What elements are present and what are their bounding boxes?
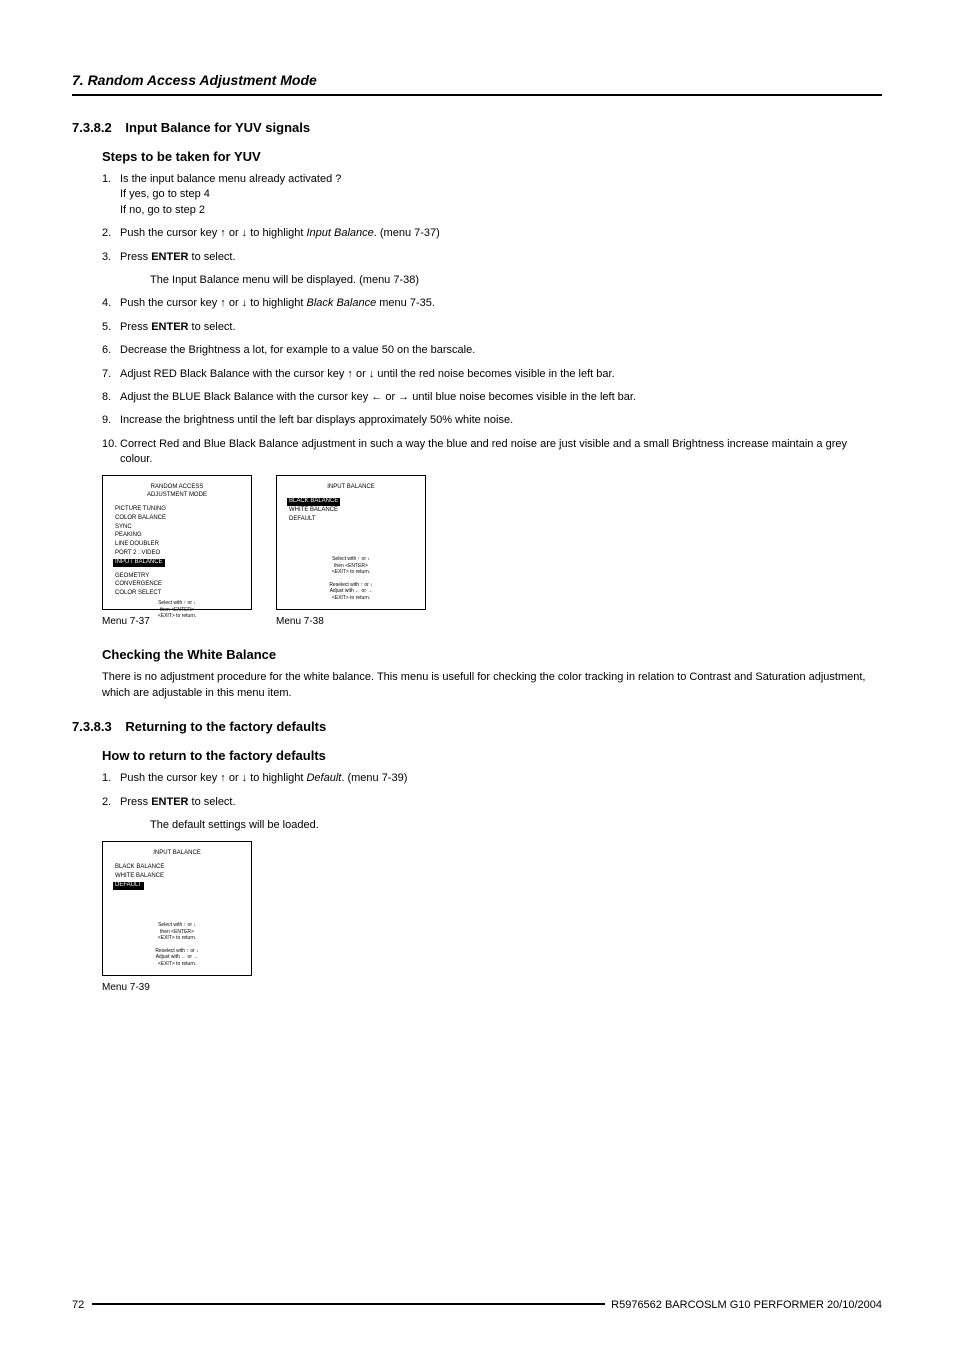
step-number: 8. [102,390,120,405]
menu-title: INPUT BALANCE [287,484,415,492]
menu-39-box: INPUT BALANCE BLACK BALANCEWHITE BALANCED… [102,841,252,976]
menu-items: BLACK BALANCEWHITE BALANCEDEFAULT [113,864,241,920]
white-balance-body: There is no adjustment procedure for the… [102,670,882,701]
menu-39-block: INPUT BALANCE BLACK BALANCEWHITE BALANCED… [102,841,252,993]
section-number: 7.3.8.2 [72,120,112,135]
menu-item: DEFAULT [287,516,415,524]
menus-row-7382: RANDOM ACCESS ADJUSTMENT MODE PICTURE TUN… [102,475,882,627]
step-number: 6. [102,343,120,358]
step-number: 3. [102,250,120,265]
footer-text: R5976562 BARCOSLM G10 PERFORMER 20/10/20… [611,1299,882,1311]
step-row: 6.Decrease the Brightness a lot, for exa… [102,343,882,358]
menu-items: PICTURE TUNINGCOLOR BALANCESYNCPEAKINGLI… [113,506,241,598]
step-row: 4.Push the cursor key ↑ or ↓ to highligh… [102,296,882,311]
sub-heading-white-balance: Checking the White Balance [102,647,882,662]
menu-item: PEAKING [113,532,241,540]
step-row: 9.Increase the brightness until the left… [102,413,882,428]
step-body: Push the cursor key ↑ or ↓ to highlight … [120,771,882,786]
menu-hints: Select with ↑ or ↓ then <ENTER> <EXIT> t… [113,920,241,967]
sub-heading-yuv-steps: Steps to be taken for YUV [102,149,882,164]
chapter-header: 7. Random Access Adjustment Mode [72,72,882,88]
menu-item: COLOR BALANCE [113,515,241,523]
menu-title: INPUT BALANCE [113,850,241,858]
sub-heading-defaults: How to return to the factory defaults [102,748,882,763]
menu-title: RANDOM ACCESS ADJUSTMENT MODE [113,484,241,500]
step-subline: If yes, go to step 4 [120,187,882,202]
menu-hints: Select with ↑ or ↓ then <ENTER> <EXIT> t… [113,598,241,620]
step-number: 5. [102,320,120,335]
step-number: 10. [102,437,120,468]
section-title: Input Balance for YUV signals [125,120,310,135]
page-number: 72 [72,1299,84,1311]
menu-item: BLACK BALANCE [113,864,241,872]
step-row: 2.Press ENTER to select. [102,795,882,810]
section-7382-heading: 7.3.8.2 Input Balance for YUV signals [72,120,882,135]
step-row: 5.Press ENTER to select. [102,320,882,335]
step-row: 8.Adjust the BLUE Black Balance with the… [102,390,882,405]
step-body: Adjust RED Black Balance with the cursor… [120,367,882,382]
menu-38-block: INPUT BALANCE BLACK BALANCEWHITE BALANCED… [276,475,426,627]
menu-item: COLOR SELECT [113,590,241,598]
menu-item: CONVERGENCE [113,581,241,589]
step-number: 7. [102,367,120,382]
page-footer: 72 R5976562 BARCOSLM G10 PERFORMER 20/10… [72,1299,882,1311]
steps-7382: 1.Is the input balance menu already acti… [102,172,882,467]
menu-item: GEOMETRY [113,573,241,581]
step-body: Push the cursor key ↑ or ↓ to highlight … [120,226,882,241]
step-body: Press ENTER to select. [120,795,882,810]
menu-hints: Select with ↑ or ↓ then <ENTER> <EXIT> t… [287,554,415,601]
step-number: 1. [102,771,120,786]
section-number: 7.3.8.3 [72,719,112,734]
menu-38-caption: Menu 7-38 [276,616,426,627]
step-body: Press ENTER to select. [120,250,882,265]
menu-item: WHITE BALANCE [113,873,241,881]
step-result-text: The default settings will be loaded. [150,818,882,833]
step-body: Press ENTER to select. [120,320,882,335]
menu-38-box: INPUT BALANCE BLACK BALANCEWHITE BALANCED… [276,475,426,610]
step-number: 2. [102,795,120,810]
step-row: 3.Press ENTER to select. [102,250,882,265]
menu-item: BLACK BALANCE [287,498,340,506]
step-body: Adjust the BLUE Black Balance with the c… [120,390,882,405]
step-row: 10.Correct Red and Blue Black Balance ad… [102,437,882,468]
step-row: 1.Push the cursor key ↑ or ↓ to highligh… [102,771,882,786]
step-body: Decrease the Brightness a lot, for examp… [120,343,882,358]
step-body: Correct Red and Blue Black Balance adjus… [120,437,882,468]
step-subline: If no, go to step 2 [120,203,882,218]
menu-39-caption: Menu 7-39 [102,982,252,993]
menu-item: PORT 2 : VIDEO [113,550,241,558]
menu-item: PICTURE TUNING [113,506,241,514]
step-number: 1. [102,172,120,218]
menu-item: WHITE BALANCE [287,507,415,515]
footer-rule [92,1303,605,1305]
steps-7383: 1.Push the cursor key ↑ or ↓ to highligh… [102,771,882,833]
menu-items: BLACK BALANCEWHITE BALANCEDEFAULT [287,498,415,554]
menu-item: DEFAULT [113,882,144,890]
menu-item: SYNC [113,524,241,532]
menu-37-block: RANDOM ACCESS ADJUSTMENT MODE PICTURE TUN… [102,475,252,627]
step-row: 1.Is the input balance menu already acti… [102,172,882,218]
section-7383-heading: 7.3.8.3 Returning to the factory default… [72,719,882,734]
menus-row-7383: INPUT BALANCE BLACK BALANCEWHITE BALANCED… [102,841,882,993]
step-number: 9. [102,413,120,428]
step-number: 4. [102,296,120,311]
menu-37-box: RANDOM ACCESS ADJUSTMENT MODE PICTURE TUN… [102,475,252,610]
step-body: Is the input balance menu already activa… [120,172,882,218]
section-title: Returning to the factory defaults [125,719,326,734]
menu-item: LINE DOUBLER [113,541,241,549]
step-row: 2.Push the cursor key ↑ or ↓ to highligh… [102,226,882,241]
step-number: 2. [102,226,120,241]
menu-item: INPUT BALANCE [113,559,165,567]
step-row: 7.Adjust RED Black Balance with the curs… [102,367,882,382]
step-body: Increase the brightness until the left b… [120,413,882,428]
header-rule [72,94,882,96]
step-body: Push the cursor key ↑ or ↓ to highlight … [120,296,882,311]
step-result-text: The Input Balance menu will be displayed… [150,273,882,288]
